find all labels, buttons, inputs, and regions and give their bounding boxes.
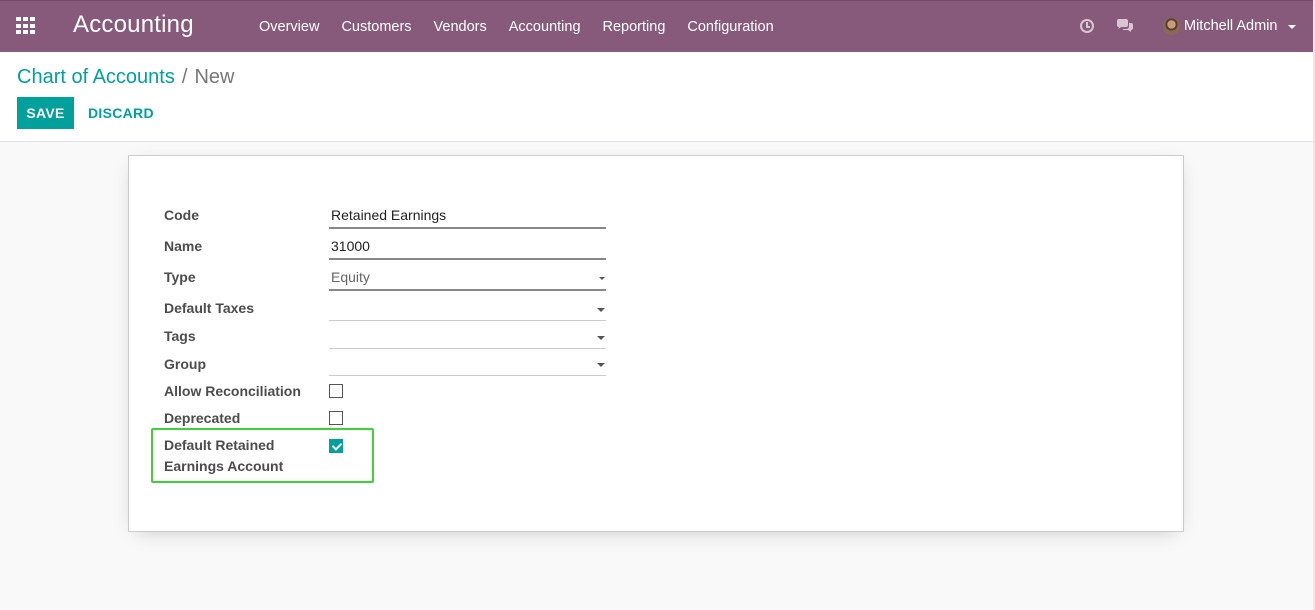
menu-item-vendors[interactable]: Vendors: [423, 1, 498, 53]
dropdown-caret-icon: [597, 336, 605, 340]
user-menu[interactable]: Mitchell Admin: [1184, 18, 1277, 34]
breadcrumb-separator: /: [181, 66, 188, 88]
name-value: 31000: [331, 238, 370, 254]
menu-item-accounting[interactable]: Accounting: [498, 1, 592, 53]
allow-reconciliation-checkbox[interactable]: [329, 384, 343, 398]
name-input[interactable]: 31000: [329, 234, 606, 260]
chat-icon[interactable]: [1116, 18, 1134, 34]
dropdown-caret-icon: [597, 363, 605, 367]
breadcrumb-parent[interactable]: Chart of Accounts: [17, 66, 175, 88]
main-menu: Overview Customers Vendors Accounting Re…: [248, 1, 785, 53]
code-value: Retained Earnings: [331, 207, 447, 223]
breadcrumb-current: New: [194, 66, 235, 88]
top-navbar: Accounting Overview Customers Vendors Ac…: [0, 0, 1313, 52]
type-value: Equity: [331, 269, 370, 285]
deprecated-label: Deprecated: [164, 410, 241, 426]
deprecated-checkbox[interactable]: [329, 411, 343, 425]
menu-item-configuration[interactable]: Configuration: [676, 1, 784, 53]
menu-item-reporting[interactable]: Reporting: [592, 1, 677, 53]
dropdown-caret-icon: [599, 277, 605, 280]
app-brand[interactable]: Accounting: [73, 11, 194, 39]
default-taxes-input[interactable]: [329, 298, 606, 321]
chevron-down-icon[interactable]: [1288, 25, 1296, 29]
group-label: Group: [164, 356, 206, 372]
code-label: Code: [164, 207, 199, 223]
clock-icon[interactable]: [1080, 19, 1094, 33]
tags-label: Tags: [164, 328, 196, 344]
breadcrumb: Chart of Accounts / New: [17, 66, 234, 89]
tags-input[interactable]: [329, 326, 606, 349]
code-input[interactable]: Retained Earnings: [329, 203, 606, 229]
highlight-box: [151, 428, 374, 483]
discard-button[interactable]: DISCARD: [88, 97, 154, 129]
name-label: Name: [164, 238, 203, 254]
group-input[interactable]: [329, 353, 606, 376]
apps-menu-icon[interactable]: [16, 17, 36, 35]
default-taxes-label: Default Taxes: [164, 300, 254, 316]
user-avatar[interactable]: [1163, 18, 1180, 35]
allow-reconciliation-label: Allow Reconciliation: [164, 383, 301, 399]
save-button[interactable]: SAVE: [17, 97, 74, 129]
dropdown-caret-icon: [597, 308, 605, 312]
menu-item-customers[interactable]: Customers: [330, 1, 422, 53]
type-label: Type: [164, 269, 196, 285]
control-panel: Chart of Accounts / New SAVE DISCARD: [0, 52, 1313, 142]
menu-item-overview[interactable]: Overview: [248, 1, 330, 53]
type-select[interactable]: Equity: [329, 265, 606, 291]
